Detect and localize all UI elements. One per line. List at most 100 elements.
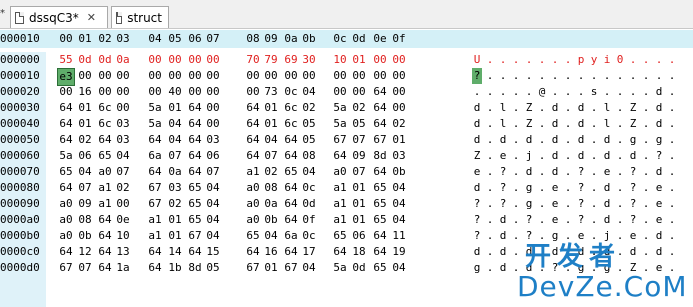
ascii-char[interactable]: . (589, 100, 599, 116)
hex-byte[interactable]: a1 (96, 180, 114, 196)
hex-byte[interactable]: 01 (262, 100, 280, 116)
hex-byte[interactable]: 6c (282, 116, 300, 132)
ascii-char[interactable]: d (472, 180, 482, 196)
hex-byte[interactable]: 01 (390, 132, 408, 148)
ascii-char[interactable]: d (576, 148, 586, 164)
hex-byte[interactable]: a1 (244, 164, 262, 180)
ascii-char[interactable]: d (654, 100, 664, 116)
ascii-char[interactable]: . (537, 164, 547, 180)
hex-byte[interactable]: 00 (244, 84, 262, 100)
close-icon[interactable]: ✕ (87, 11, 96, 24)
ascii-char[interactable]: e (472, 164, 482, 180)
hex-byte[interactable]: a0 (244, 212, 262, 228)
ascii-char[interactable]: ? (628, 164, 638, 180)
ascii-char[interactable]: . (615, 180, 625, 196)
hex-byte[interactable]: 65 (371, 260, 389, 276)
hex-byte[interactable]: 64 (371, 244, 389, 260)
ascii-char[interactable]: . (667, 68, 677, 84)
hex-byte[interactable]: 00 (204, 68, 222, 84)
ascii-char[interactable]: s (589, 84, 599, 100)
hex-byte[interactable]: 00 (114, 68, 132, 84)
ascii-char[interactable]: d (550, 148, 560, 164)
hex-byte[interactable]: 09 (350, 148, 368, 164)
ascii-char[interactable]: U (472, 52, 482, 68)
hex-byte[interactable]: 64 (186, 148, 204, 164)
hex-byte[interactable]: 67 (282, 260, 300, 276)
ascii-char[interactable]: . (563, 148, 573, 164)
hex-byte[interactable]: 64 (146, 164, 164, 180)
hex-byte[interactable]: 65 (371, 196, 389, 212)
hex-byte[interactable]: 01 (76, 116, 94, 132)
ascii-char[interactable]: . (589, 148, 599, 164)
hex-byte[interactable]: 07 (350, 164, 368, 180)
hex-byte[interactable]: 06 (76, 148, 94, 164)
hex-byte[interactable]: 00 (244, 68, 262, 84)
hex-byte[interactable]: a0 (57, 228, 75, 244)
hex-byte[interactable]: 07 (262, 148, 280, 164)
hex-byte[interactable]: a1 (146, 212, 164, 228)
ascii-char[interactable]: g (628, 132, 638, 148)
hex-byte[interactable]: 00 (350, 84, 368, 100)
hex-byte[interactable]: a1 (331, 180, 349, 196)
ascii-char[interactable]: . (589, 196, 599, 212)
hex-byte[interactable]: 64 (57, 180, 75, 196)
ascii-char[interactable]: . (563, 196, 573, 212)
ascii-char[interactable]: . (537, 148, 547, 164)
ascii-char[interactable]: . (511, 84, 521, 100)
hex-byte[interactable]: 5a (331, 100, 349, 116)
ascii-char[interactable]: . (563, 100, 573, 116)
ascii-char[interactable]: 0 (615, 52, 625, 68)
ascii-char[interactable]: . (563, 132, 573, 148)
hex-byte[interactable]: 64 (282, 196, 300, 212)
hex-byte[interactable]: 64 (57, 116, 75, 132)
hex-byte[interactable]: 00 (390, 52, 408, 68)
hex-byte[interactable]: 64 (96, 212, 114, 228)
hex-byte[interactable]: a1 (146, 228, 164, 244)
ascii-char[interactable]: . (602, 68, 612, 84)
hex-byte[interactable]: 16 (76, 84, 94, 100)
ascii-char[interactable]: . (537, 212, 547, 228)
ascii-char[interactable]: g (472, 260, 482, 276)
hex-byte[interactable]: 00 (331, 84, 349, 100)
ascii-char[interactable]: . (667, 212, 677, 228)
ascii-char[interactable]: y (589, 52, 599, 68)
ascii-char[interactable]: ? (628, 196, 638, 212)
tab-dssqc3[interactable]: dssqC3* ✕ (10, 6, 108, 28)
ascii-char[interactable]: . (498, 68, 508, 84)
hex-byte[interactable]: 00 (371, 52, 389, 68)
hex-byte[interactable]: 64 (146, 132, 164, 148)
ascii-char[interactable]: d (550, 164, 560, 180)
ascii-char[interactable]: d (498, 212, 508, 228)
hex-byte[interactable]: 04 (204, 180, 222, 196)
hex-byte[interactable]: 67 (146, 180, 164, 196)
ascii-char[interactable]: d (550, 116, 560, 132)
hex-byte[interactable]: 65 (186, 212, 204, 228)
hex-byte[interactable]: 04 (390, 196, 408, 212)
hex-byte[interactable]: a1 (331, 212, 349, 228)
ascii-char[interactable]: d (602, 180, 612, 196)
hex-byte[interactable]: 64 (96, 244, 114, 260)
hex-byte[interactable]: 67 (371, 132, 389, 148)
ascii-char[interactable]: . (641, 212, 651, 228)
ascii-char[interactable]: . (641, 100, 651, 116)
ascii-char[interactable]: . (641, 68, 651, 84)
hex-byte[interactable]: 0b (76, 228, 94, 244)
ascii-char[interactable]: ? (472, 68, 482, 84)
ascii-char[interactable]: ? (498, 196, 508, 212)
ascii-char[interactable]: . (485, 260, 495, 276)
ascii-char[interactable]: d (628, 148, 638, 164)
hex-byte[interactable]: 00 (371, 68, 389, 84)
ascii-char[interactable]: . (667, 52, 677, 68)
hex-byte[interactable]: 00 (114, 100, 132, 116)
ascii-char[interactable]: l (498, 100, 508, 116)
ascii-char[interactable]: . (563, 52, 573, 68)
ascii-char[interactable]: ? (576, 180, 586, 196)
ascii-char[interactable]: . (615, 116, 625, 132)
hex-byte[interactable]: 05 (300, 116, 318, 132)
hex-byte[interactable]: 04 (262, 228, 280, 244)
hex-byte[interactable]: 03 (390, 148, 408, 164)
hex-byte[interactable]: 04 (300, 260, 318, 276)
ascii-char[interactable]: ? (472, 212, 482, 228)
hex-byte[interactable]: 16 (262, 244, 280, 260)
ascii-char[interactable]: i (602, 52, 612, 68)
